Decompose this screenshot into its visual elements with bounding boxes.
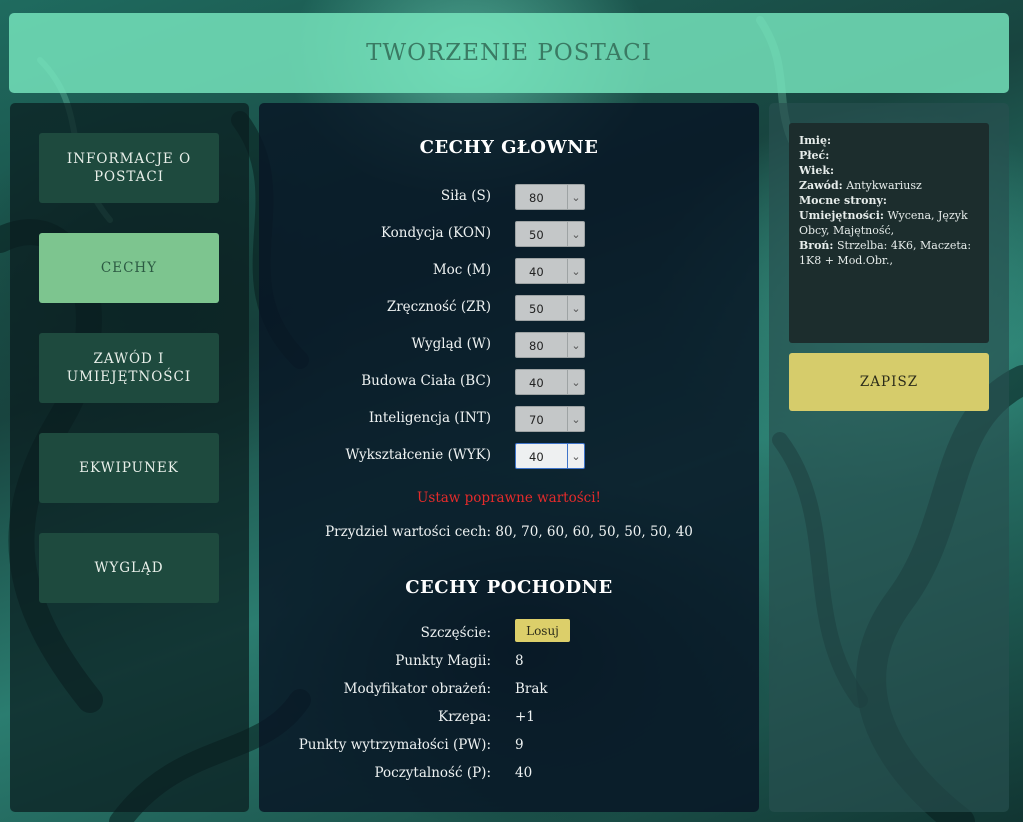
summary-line-weapon: Broń: Strzelba: 4K6, Maczeta: 1K8 + Mod.… <box>799 238 979 268</box>
page-title: TWORZENIE POSTACI <box>366 40 652 66</box>
chevron-down-icon: ⌄ <box>567 259 584 283</box>
summary-label: Płeć: <box>799 149 830 162</box>
attribute-select-appearance[interactable]: 80 ⌄ <box>515 332 585 358</box>
summary-label: Imię: <box>799 134 832 147</box>
derived-row: Poczytalność (P): 40 <box>259 763 759 785</box>
attribute-value: 70 <box>529 413 544 427</box>
derived-label: Poczytalność (P): <box>374 765 491 781</box>
attribute-label: Zręczność (ZR) <box>386 299 491 315</box>
nav-item-label: INFORMACJE O POSTACI <box>66 151 192 185</box>
summary-line-age: Wiek: <box>799 163 979 178</box>
nav-item-attributes[interactable]: CECHY <box>39 233 219 303</box>
nav-item-character-info[interactable]: INFORMACJE O POSTACI <box>39 133 219 203</box>
attribute-row: Budowa Ciała (BC) 40 ⌄ <box>259 369 759 395</box>
roll-button-label: Losuj <box>526 623 559 638</box>
nav-item-label: CECHY <box>100 260 158 276</box>
chevron-down-icon: ⌄ <box>567 370 584 394</box>
attribute-select-constitution[interactable]: 50 ⌄ <box>515 221 585 247</box>
derived-value: 40 <box>515 765 533 781</box>
attribute-select-dexterity[interactable]: 50 ⌄ <box>515 295 585 321</box>
nav-item-label: EKWIPUNEK <box>79 460 179 476</box>
derived-value: +1 <box>515 709 535 725</box>
summary-line-name: Imię: <box>799 133 979 148</box>
derived-value: Brak <box>515 681 548 697</box>
chevron-down-icon: ⌄ <box>567 333 584 357</box>
derived-label: Punkty Magii: <box>395 653 491 669</box>
derived-value: 9 <box>515 737 524 753</box>
nav-item-profession-skills[interactable]: ZAWÓD I UMIEJĘTNOŚCI <box>39 333 219 403</box>
attribute-select-power[interactable]: 40 ⌄ <box>515 258 585 284</box>
attribute-value: 80 <box>529 339 544 353</box>
summary-label: Mocne strony: <box>799 194 887 207</box>
attribute-label: Inteligencja (INT) <box>368 410 491 426</box>
attribute-row: Kondycja (KON) 50 ⌄ <box>259 221 759 247</box>
attribute-row: Wykształcenie (WYK) 40 ⌄ <box>259 443 759 469</box>
nav-item-equipment[interactable]: EKWIPUNEK <box>39 433 219 503</box>
attribute-row: Siła (S) 80 ⌄ <box>259 184 759 210</box>
attribute-value: 40 <box>529 265 544 279</box>
chevron-down-icon: ⌄ <box>567 444 584 468</box>
summary-label: Broń: <box>799 239 834 252</box>
attribute-select-education[interactable]: 40 ⌄ <box>515 443 585 469</box>
summary-label: Zawód: <box>799 179 843 192</box>
chevron-down-icon: ⌄ <box>567 296 584 320</box>
derived-value: 8 <box>515 653 524 669</box>
attribute-value: 50 <box>529 302 544 316</box>
chevron-down-icon: ⌄ <box>567 407 584 431</box>
attribute-select-strength[interactable]: 80 ⌄ <box>515 184 585 210</box>
save-button[interactable]: ZAPISZ <box>789 353 989 411</box>
derived-row: Krzepa: +1 <box>259 707 759 729</box>
nav-item-appearance[interactable]: WYGLĄD <box>39 533 219 603</box>
derived-row: Modyfikator obrażeń: Brak <box>259 679 759 701</box>
summary-label: Wiek: <box>799 164 835 177</box>
save-button-label: ZAPISZ <box>859 374 919 390</box>
nav-item-label: ZAWÓD I UMIEJĘTNOŚCI <box>66 351 192 385</box>
derived-label: Szczęście: <box>420 625 491 641</box>
chevron-down-icon: ⌄ <box>567 222 584 246</box>
derived-row: Punkty Magii: 8 <box>259 651 759 673</box>
nav-item-label: WYGLĄD <box>94 560 164 576</box>
attribute-value: 50 <box>529 228 544 242</box>
attribute-label: Wygląd (W) <box>411 336 491 352</box>
attribute-row: Inteligencja (INT) 70 ⌄ <box>259 406 759 432</box>
summary-line-strengths: Mocne strony: <box>799 193 979 208</box>
summary-value: Antykwariusz <box>846 179 922 192</box>
attribute-label: Moc (M) <box>432 262 491 278</box>
attribute-row: Moc (M) 40 ⌄ <box>259 258 759 284</box>
attribute-label: Kondycja (KON) <box>380 225 491 241</box>
roll-luck-button[interactable]: Losuj <box>515 619 570 642</box>
summary-line-skills: Umiejętności: Wycena, Język Obcy, Majętn… <box>799 208 979 238</box>
chevron-down-icon: ⌄ <box>567 185 584 209</box>
attribute-value: 40 <box>529 450 544 464</box>
attribute-label: Wykształcenie (WYK) <box>345 447 491 463</box>
derived-label: Krzepa: <box>438 709 491 725</box>
attribute-row: Zręczność (ZR) 50 ⌄ <box>259 295 759 321</box>
character-summary: Imię: Płeć: Wiek: Zawód: Antykwariusz Mo… <box>789 123 989 343</box>
derived-attributes-title: CECHY POCHODNE <box>405 577 613 598</box>
derived-row: Punkty wytrzymałości (PW): 9 <box>259 735 759 757</box>
attribute-label: Siła (S) <box>440 188 491 204</box>
attribute-select-size[interactable]: 40 ⌄ <box>515 369 585 395</box>
attribute-value: 80 <box>529 191 544 205</box>
derived-row-luck: Szczęście: Losuj <box>259 619 759 645</box>
page-header: TWORZENIE POSTACI <box>9 13 1009 93</box>
main-attributes-title: CECHY GŁOWNE <box>419 137 599 158</box>
derived-label: Modyfikator obrażeń: <box>343 681 491 697</box>
derived-label: Punkty wytrzymałości (PW): <box>298 737 491 753</box>
attribute-select-intelligence[interactable]: 70 ⌄ <box>515 406 585 432</box>
attributes-content: CECHY GŁOWNE Siła (S) 80 ⌄ Kondycja (KON… <box>259 103 759 812</box>
assign-values-note: Przydziel wartości cech: 80, 70, 60, 60,… <box>325 524 693 540</box>
validation-error: Ustaw poprawne wartości! <box>417 490 601 506</box>
attribute-value: 40 <box>529 376 544 390</box>
summary-line-profession: Zawód: Antykwariusz <box>799 178 979 193</box>
summary-line-gender: Płeć: <box>799 148 979 163</box>
attribute-row: Wygląd (W) 80 ⌄ <box>259 332 759 358</box>
summary-label: Umiejętności: <box>799 209 884 222</box>
attribute-label: Budowa Ciała (BC) <box>361 373 491 389</box>
